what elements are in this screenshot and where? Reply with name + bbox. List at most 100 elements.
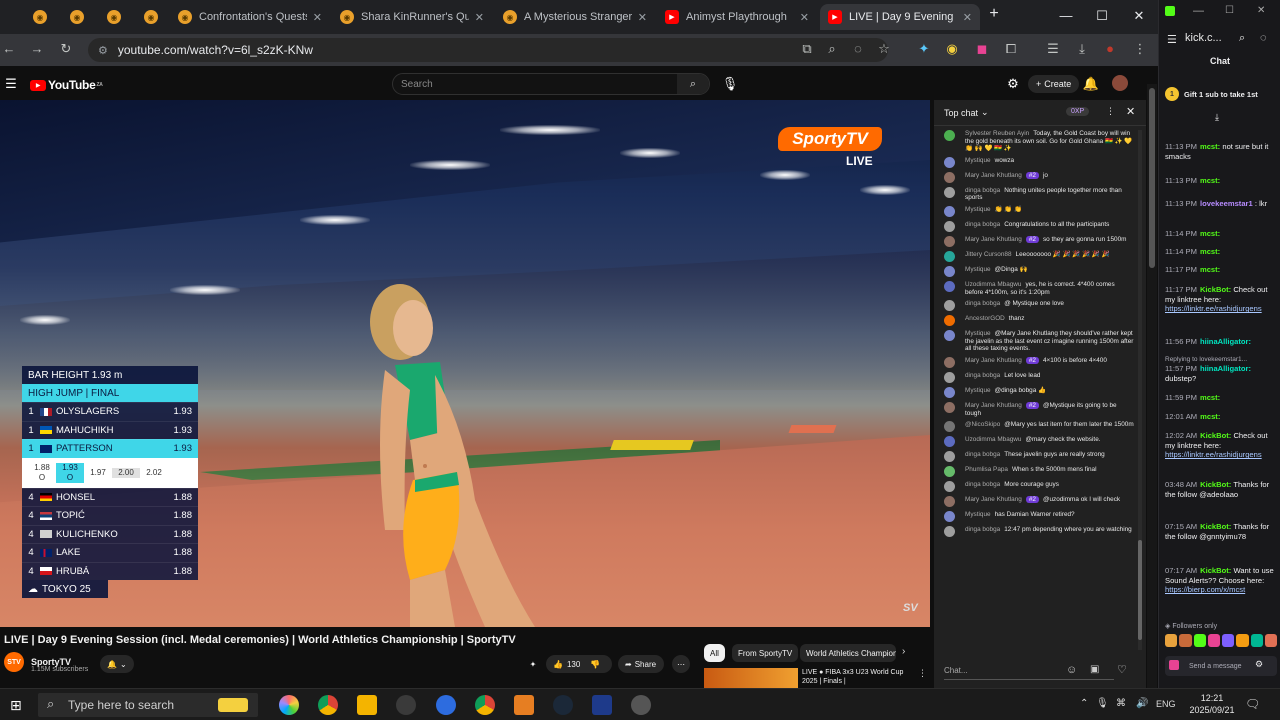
- recommended-video[interactable]: LIVE ● FIBA 3x3 U23 World Cup 2025 | Fin…: [704, 668, 934, 688]
- maximize-icon[interactable]: ☐: [1225, 5, 1234, 16]
- chat-avatar[interactable]: [944, 265, 955, 277]
- notifications-bell-icon[interactable]: 🔔: [1082, 76, 1100, 92]
- pin-icon[interactable]: ⤓: [1215, 112, 1219, 123]
- chat-avatar[interactable]: [944, 511, 955, 523]
- tab-animyst-playthrough[interactable]: ▶ Animyst Playthrough ✕: [657, 4, 817, 30]
- chat-author[interactable]: @NicoSkipo: [965, 421, 1000, 428]
- chat-avatar[interactable]: [944, 451, 955, 463]
- file-explorer-icon[interactable]: [357, 695, 377, 715]
- new-tab-icon[interactable]: +: [984, 5, 1004, 23]
- eye-off-icon[interactable]: ◌: [1260, 32, 1267, 44]
- emoji-icon[interactable]: ☺: [1066, 664, 1077, 676]
- tab-pinned-1[interactable]: ◉: [22, 4, 59, 30]
- emote-icon[interactable]: [1264, 634, 1277, 647]
- chat-avatar[interactable]: [944, 186, 955, 198]
- language-indicator[interactable]: ENG: [1156, 699, 1176, 709]
- chat-scrollbar[interactable]: [1138, 130, 1142, 650]
- chip-world-athletics[interactable]: World Athletics Champion: [800, 644, 896, 662]
- search-input[interactable]: Search ⌕: [392, 73, 710, 95]
- kick-author[interactable]: hiinaAlligator:: [1200, 337, 1251, 346]
- site-info-icon[interactable]: ⚙: [98, 44, 108, 57]
- extension-icon[interactable]: ◉: [943, 41, 961, 57]
- chat-author[interactable]: Mystique: [965, 387, 991, 394]
- emote-icon[interactable]: [1193, 634, 1206, 647]
- tab-pinned-3[interactable]: ◉: [96, 4, 133, 30]
- kick-link[interactable]: https://linktr.ee/rashidjurgens: [1165, 450, 1262, 459]
- chat-avatar[interactable]: [944, 130, 955, 141]
- more-actions-icon[interactable]: ⋯: [672, 655, 690, 673]
- zoom-icon[interactable]: ⌕: [1239, 32, 1245, 45]
- close-window-icon[interactable]: ✕: [1257, 5, 1265, 16]
- tab-live-day9[interactable]: ▶ LIVE | Day 9 Evening ✕: [820, 4, 980, 30]
- close-icon[interactable]: ✕: [638, 11, 647, 24]
- notifications-icon[interactable]: 🗨: [1245, 697, 1260, 711]
- scrollbar-thumb[interactable]: [1138, 540, 1142, 640]
- install-icon[interactable]: ⧉: [798, 41, 816, 57]
- kick-link[interactable]: https://bierp.com/x/mcst: [1165, 585, 1245, 594]
- emote-icon[interactable]: [1250, 634, 1263, 647]
- maximize-icon[interactable]: ☐: [1092, 8, 1112, 24]
- windows-start-icon[interactable]: ⊞: [10, 697, 22, 714]
- channel-info[interactable]: STV SportyTV 1.15M subscribers: [4, 652, 88, 673]
- menu-kebab-icon[interactable]: ⋮: [918, 668, 927, 688]
- chat-author[interactable]: Uzodimma Mbagwu: [965, 436, 1021, 443]
- thumbs-down-icon[interactable]: 👎: [590, 660, 600, 669]
- emote-icon[interactable]: [1222, 634, 1235, 647]
- search-highlight-icon[interactable]: [218, 698, 248, 712]
- app-icon[interactable]: [592, 695, 612, 715]
- chevron-right-icon[interactable]: ›: [902, 646, 905, 657]
- microphone-icon[interactable]: 🎙: [1096, 698, 1109, 709]
- chat-avatar[interactable]: [944, 481, 955, 493]
- chat-author[interactable]: Sylvester Reuben Ayin: [965, 130, 1029, 137]
- chrome-icon[interactable]: [318, 695, 338, 715]
- extension-icon[interactable]: ◼: [973, 41, 991, 57]
- chat-avatar[interactable]: [944, 496, 955, 508]
- emote-icon[interactable]: [1236, 634, 1249, 647]
- chat-author[interactable]: Mary Jane Khutlang: [965, 496, 1022, 503]
- chat-author[interactable]: dinga bobga: [965, 526, 1000, 533]
- download-icon[interactable]: ⤓: [1073, 41, 1091, 57]
- chat-author[interactable]: dinga bobga: [965, 221, 1000, 228]
- chat-author[interactable]: Mary Jane Khutlang: [965, 402, 1022, 409]
- youtube-logo[interactable]: ▶ YouTube ZA: [30, 78, 103, 92]
- tray-expand-icon[interactable]: ⌃: [1080, 698, 1088, 709]
- chat-avatar[interactable]: [944, 371, 955, 383]
- emote-icon[interactable]: [1179, 634, 1192, 647]
- page-scrollbar[interactable]: [1147, 84, 1157, 688]
- chat-author[interactable]: Mystique: [965, 511, 991, 518]
- kick-url[interactable]: kick.c...: [1185, 32, 1222, 44]
- super-chat-icon[interactable]: ▣: [1090, 664, 1099, 675]
- chat-avatar[interactable]: [944, 436, 955, 448]
- close-window-icon[interactable]: ✕: [1129, 8, 1149, 24]
- zoom-icon[interactable]: ⌕: [823, 41, 841, 57]
- chat-avatar[interactable]: [944, 300, 955, 312]
- chat-author[interactable]: Mary Jane Khutlang: [965, 236, 1022, 243]
- chrome-icon[interactable]: [475, 695, 495, 715]
- close-chat-icon[interactable]: ✕: [1126, 105, 1135, 118]
- kick-author[interactable]: mcst:: [1200, 265, 1220, 274]
- chat-avatar[interactable]: [944, 466, 955, 478]
- media-control-icon[interactable]: ☰: [1044, 41, 1062, 57]
- chat-avatar[interactable]: [944, 356, 955, 368]
- extension-icon[interactable]: ✦: [915, 41, 933, 57]
- chat-author[interactable]: Mary Jane Khutlang: [965, 357, 1022, 364]
- chip-from-sportytv[interactable]: From SportyTV: [732, 644, 799, 662]
- chat-input[interactable]: Chat...: [944, 662, 1114, 680]
- top-chat-dropdown[interactable]: Top chat: [944, 108, 978, 118]
- tab-confrontations-quests[interactable]: ◉ Confrontation's Quests ✕: [170, 4, 330, 30]
- chat-author[interactable]: dinga bobga: [965, 481, 1000, 488]
- kick-author[interactable]: KickBot:: [1200, 431, 1231, 440]
- chat-avatar[interactable]: [944, 220, 955, 232]
- site-info-icon[interactable]: ☰: [1167, 33, 1177, 46]
- subscribe-bell-button[interactable]: 🔔 ⌄: [100, 655, 134, 673]
- reload-icon[interactable]: ↻: [57, 41, 75, 57]
- search-icon[interactable]: ⌕: [677, 74, 709, 94]
- app-icon[interactable]: [631, 695, 651, 715]
- kick-author[interactable]: lovekeemstar1: [1200, 199, 1253, 208]
- chat-settings-icon[interactable]: ⚙: [1004, 76, 1022, 92]
- kick-author[interactable]: mcst:: [1200, 412, 1220, 421]
- chat-avatar[interactable]: [944, 421, 955, 433]
- app-icon[interactable]: [436, 695, 456, 715]
- chat-author[interactable]: Jittery Curson88: [965, 251, 1012, 258]
- chat-author[interactable]: dinga bobga: [965, 451, 1000, 458]
